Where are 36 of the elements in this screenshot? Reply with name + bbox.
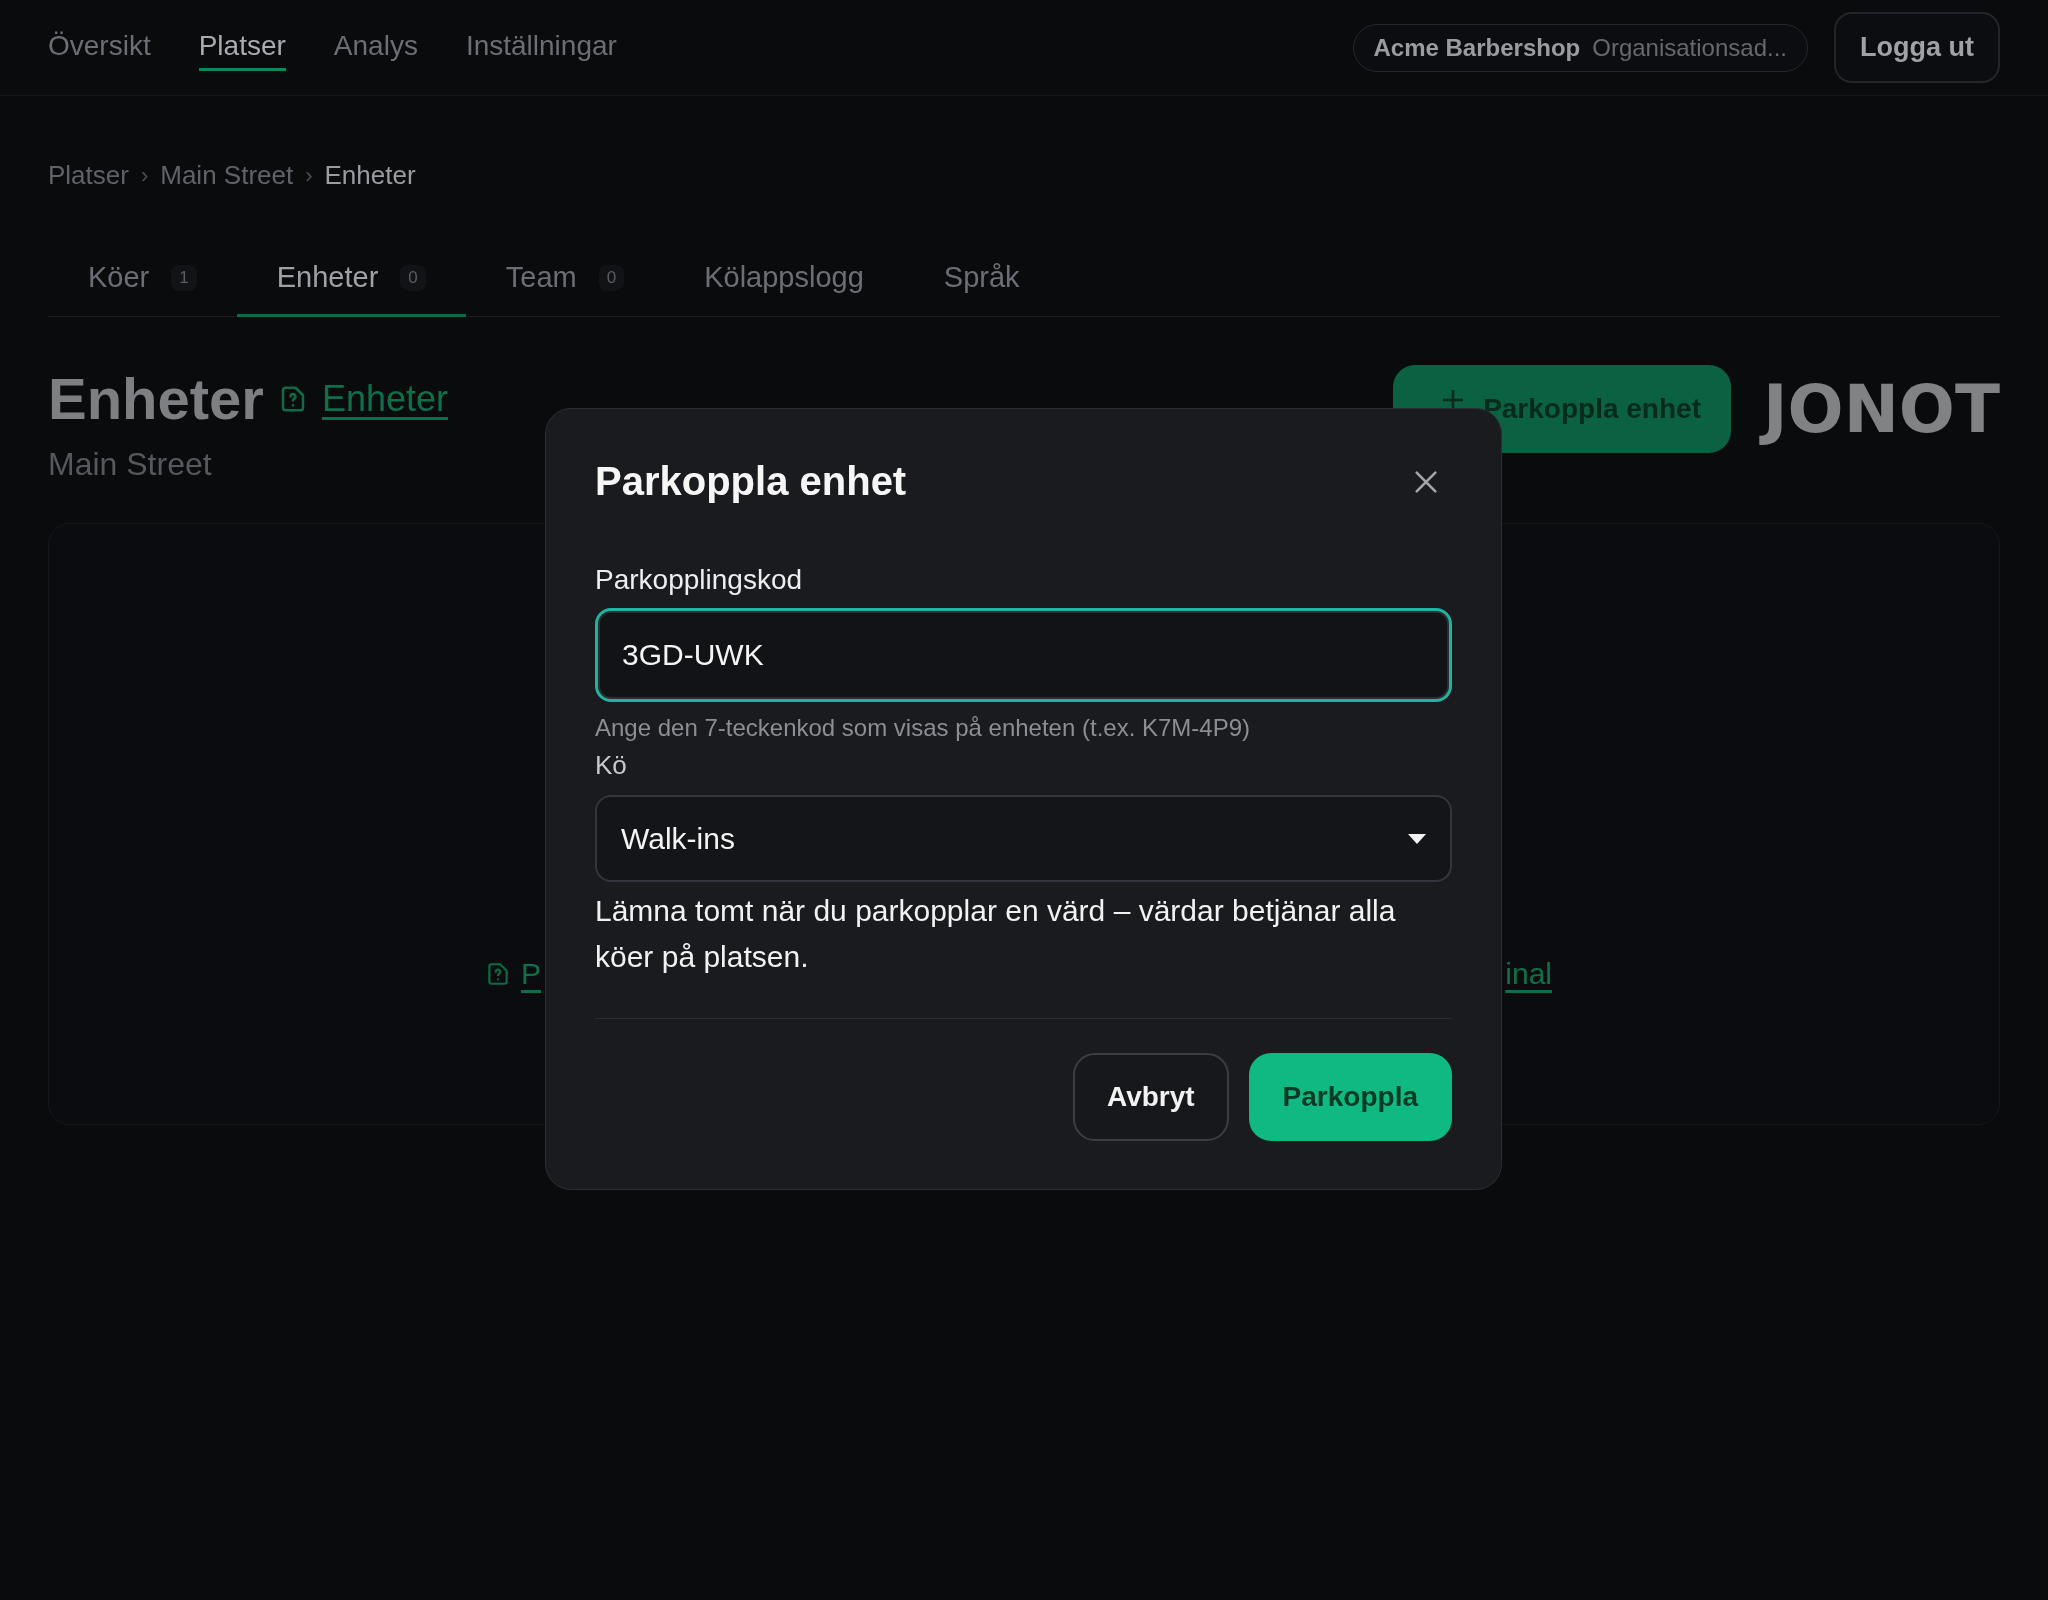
- breadcrumb-current: Enheter: [324, 160, 416, 191]
- count-badge: 0: [598, 264, 625, 291]
- pair-button[interactable]: Parkoppla: [1248, 1053, 1452, 1141]
- breadcrumb-link[interactable]: Platser: [48, 160, 129, 191]
- breadcrumb-link[interactable]: Main Street: [160, 160, 294, 191]
- cancel-button[interactable]: Avbryt: [1072, 1053, 1229, 1141]
- input-field[interactable]: 3GD-UWK: [595, 608, 1452, 702]
- breadcrumb-separator: ›: [305, 162, 313, 189]
- field-label: Kö: [595, 750, 628, 781]
- nav-item[interactable]: Översikt: [48, 24, 151, 71]
- queue-dropdown[interactable]: Walk-ins: [595, 795, 1452, 882]
- logout-button[interactable]: Logga ut: [1834, 12, 2000, 83]
- page-subtitle: Main Street: [48, 446, 212, 483]
- help-link[interactable]: inal: [1505, 957, 1552, 991]
- page-title: Enheter: [48, 365, 264, 432]
- help-link[interactable]: P: [521, 957, 541, 991]
- breadcrumb-separator: ›: [140, 162, 149, 189]
- field-hint: Ange den 7-teckenkod som visas på enheten (t.ex. K7M-4P9): [595, 714, 1252, 742]
- nav-item[interactable]: Analys: [333, 24, 418, 71]
- organization-selector[interactable]: Acme Barbershop Organisationsad...: [1352, 23, 1808, 72]
- nav-item[interactable]: Inställningar: [465, 24, 617, 71]
- caret-icon: [1408, 833, 1426, 844]
- help-icon: [485, 961, 511, 987]
- count-badge: 1: [171, 264, 197, 291]
- tab[interactable]: Enheter 0: [236, 249, 466, 317]
- tab[interactable]: Köer 1: [48, 249, 237, 317]
- tab[interactable]: Kölappslogg: [664, 249, 904, 317]
- field-label: Parkopplingskod: [595, 564, 804, 596]
- tab[interactable]: Team 0: [465, 249, 665, 317]
- dialog-title: Parkoppla enhet: [595, 459, 907, 504]
- count-badge: 0: [400, 264, 426, 291]
- help-link[interactable]: Enheter: [321, 377, 449, 420]
- nav-item[interactable]: Platser: [198, 24, 286, 71]
- tab[interactable]: Språk: [903, 249, 1060, 317]
- help-text: Lämna tomt när du parkopplar en värd – värdar betjänar alla köer på platsen.: [595, 893, 1397, 975]
- plus-icon: [1443, 390, 1464, 410]
